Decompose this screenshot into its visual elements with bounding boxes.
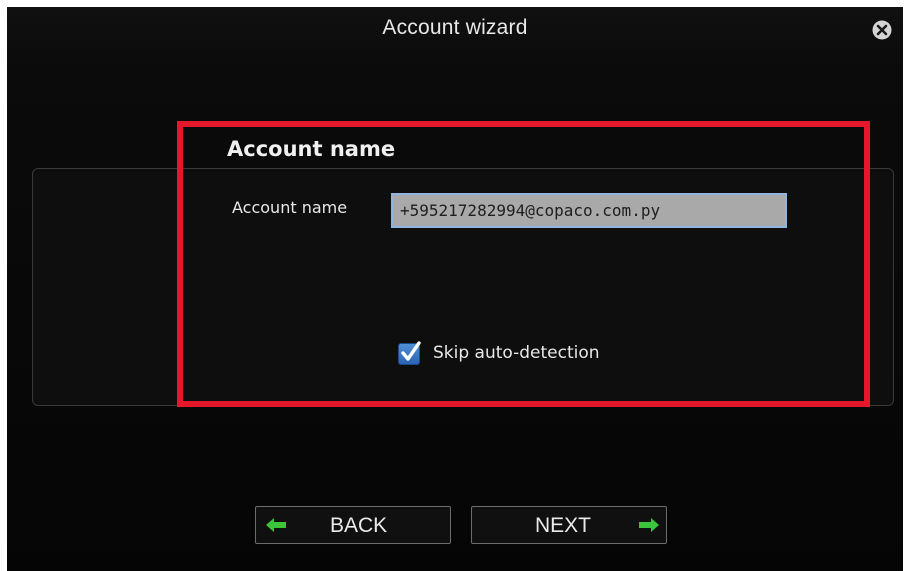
back-button[interactable]: BACK — [255, 506, 451, 544]
account-wizard-window: Account wizard Account name Account name… — [7, 7, 903, 571]
close-icon — [872, 20, 892, 40]
skip-auto-detection-label[interactable]: Skip auto-detection — [433, 343, 600, 363]
arrow-right-icon — [639, 518, 659, 532]
skip-auto-detection-checkbox[interactable] — [398, 341, 421, 365]
arrow-left-icon — [266, 518, 286, 532]
back-button-label: BACK — [330, 514, 388, 537]
account-name-input[interactable] — [391, 193, 787, 228]
section-title: Account name — [227, 137, 396, 161]
window-title: Account wizard — [382, 16, 528, 39]
next-button[interactable]: NEXT — [471, 506, 667, 544]
next-button-label: NEXT — [535, 514, 592, 537]
checkmark-icon — [401, 341, 421, 361]
close-button[interactable] — [872, 20, 892, 40]
account-name-label: Account name — [232, 198, 348, 217]
